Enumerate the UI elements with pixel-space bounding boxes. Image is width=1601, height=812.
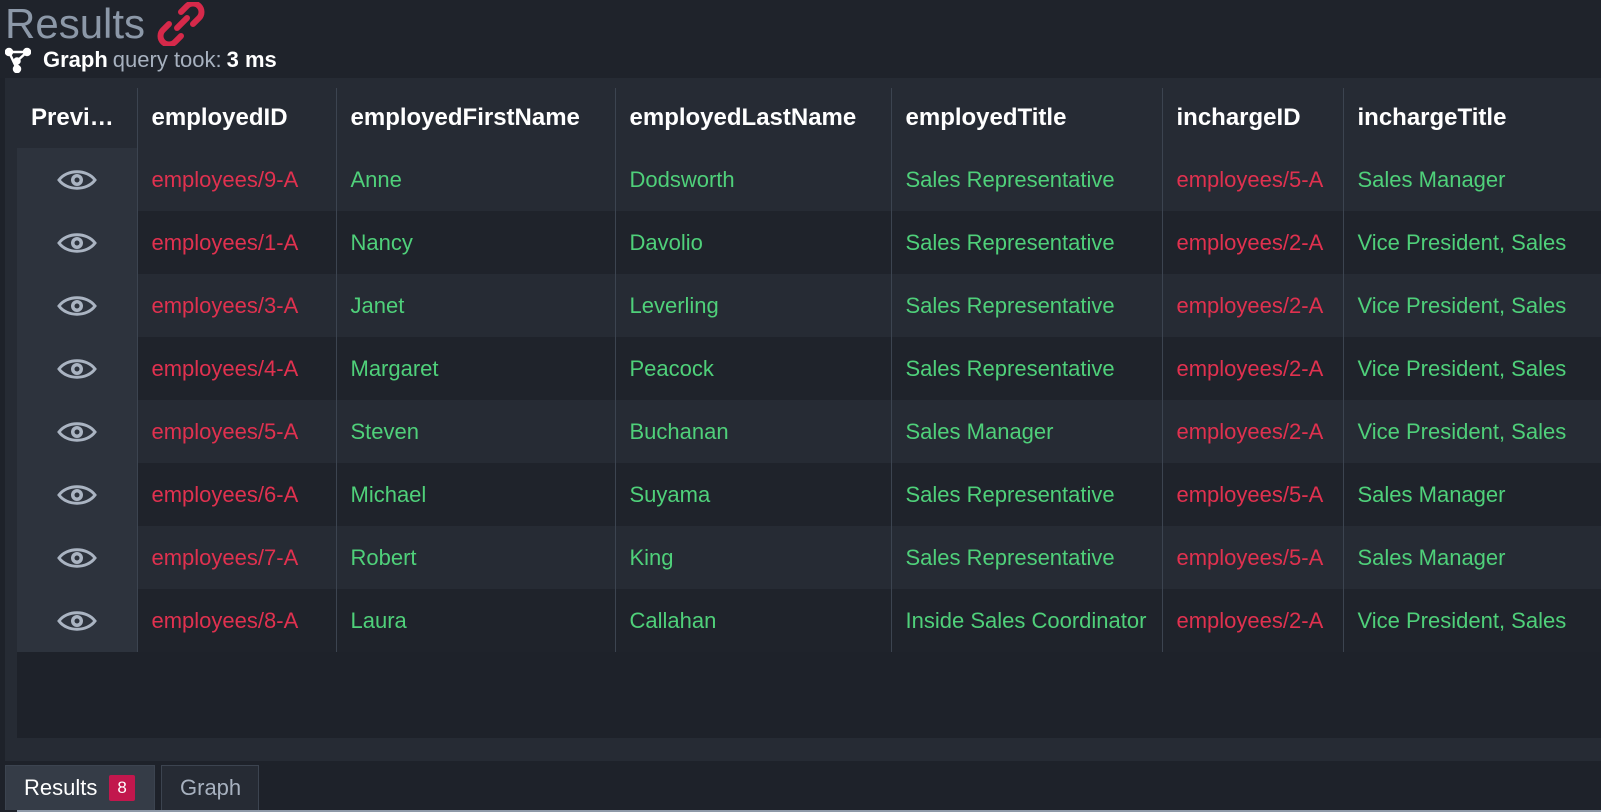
cell-inchargetitle: Sales Manager: [1343, 526, 1601, 589]
graph-icon: [5, 47, 31, 73]
eye-icon: [56, 548, 97, 568]
cell-employedfirstname: Michael: [336, 463, 616, 526]
cell-inchargeid[interactable]: employees/5-A: [1162, 463, 1344, 526]
cell-employedid[interactable]: employees/9-A: [137, 148, 337, 211]
preview-button[interactable]: [17, 526, 138, 589]
table-row[interactable]: employees/8-A Laura Callahan Inside Sales C…: [17, 589, 1601, 652]
results-grid: Previe... employedID employedFirstName e…: [17, 88, 1601, 738]
cell-employedlastname: Leverling: [615, 274, 892, 337]
preview-button[interactable]: [17, 274, 138, 337]
cell-inchargetitle: Vice President, Sales: [1343, 337, 1601, 400]
cell-inchargeid[interactable]: employees/2-A: [1162, 589, 1344, 652]
cell-employedlastname: Dodsworth: [615, 148, 892, 211]
preview-button[interactable]: [17, 463, 138, 526]
cell-inchargeid[interactable]: employees/2-A: [1162, 400, 1344, 463]
cell-employedlastname: Callahan: [615, 589, 892, 652]
table-row[interactable]: employees/9-A Anne Dodsworth Sales Represen…: [17, 148, 1601, 211]
eye-icon: [56, 170, 97, 190]
cell-employedtitle: Sales Representative: [891, 211, 1163, 274]
table-header-row: Previe... employedID employedFirstName e…: [17, 88, 1601, 148]
cell-employedid[interactable]: employees/1-A: [137, 211, 337, 274]
eye-icon: [56, 611, 97, 631]
page-title-text: Results: [5, 0, 146, 47]
cell-inchargeid[interactable]: employees/2-A: [1162, 274, 1344, 337]
column-header-employedid[interactable]: employedID: [137, 88, 337, 148]
cell-employedfirstname: Anne: [336, 148, 616, 211]
cell-employedfirstname: Janet: [336, 274, 616, 337]
cell-inchargeid[interactable]: employees/2-A: [1162, 211, 1344, 274]
eye-icon: [56, 359, 97, 379]
cell-employedfirstname: Laura: [336, 589, 616, 652]
query-mode: Graph: [43, 47, 108, 72]
eye-icon: [56, 233, 97, 253]
cell-employedid[interactable]: employees/3-A: [137, 274, 337, 337]
tab-graph[interactable]: Graph: [161, 765, 259, 810]
cell-employedlastname: Davolio: [615, 211, 892, 274]
cell-inchargetitle: Vice President, Sales: [1343, 211, 1601, 274]
cell-employedlastname: King: [615, 526, 892, 589]
results-count-badge: 8: [109, 775, 135, 801]
table-row[interactable]: employees/4-A Margaret Peacock Sales Repres…: [17, 337, 1601, 400]
cell-employedfirstname: Steven: [336, 400, 616, 463]
eye-icon: [56, 485, 97, 505]
table-row[interactable]: employees/7-A Robert King Sales Representat…: [17, 526, 1601, 589]
cell-employedid[interactable]: employees/5-A: [137, 400, 337, 463]
tab-results[interactable]: Results 8: [5, 765, 155, 810]
cell-employedid[interactable]: employees/4-A: [137, 337, 337, 400]
cell-employedlastname: Buchanan: [615, 400, 892, 463]
eye-icon: [56, 296, 97, 316]
table-row[interactable]: employees/3-A Janet Leverling Sales Represe…: [17, 274, 1601, 337]
column-header-employedlastname[interactable]: employedLastName: [615, 88, 892, 148]
table-row[interactable]: employees/1-A Nancy Davolio Sales Represent…: [17, 211, 1601, 274]
tab-graph-label: Graph: [180, 775, 242, 800]
eye-icon: [56, 422, 97, 442]
cell-employedtitle: Sales Representative: [891, 463, 1163, 526]
query-stats: Graph query took: 3 ms: [5, 46, 277, 74]
cell-inchargeid[interactable]: employees/5-A: [1162, 526, 1344, 589]
preview-button[interactable]: [17, 211, 138, 274]
tab-results-label: Results: [24, 775, 98, 800]
cell-employedid[interactable]: employees/8-A: [137, 589, 337, 652]
query-took-label: query took:: [112, 47, 222, 72]
table-row[interactable]: employees/5-A Steven Buchanan Sales Manager…: [17, 400, 1601, 463]
link-icon[interactable]: [157, 2, 205, 46]
cell-employedlastname: Peacock: [615, 337, 892, 400]
preview-button[interactable]: [17, 148, 138, 211]
column-header-employedtitle[interactable]: employedTitle: [891, 88, 1163, 148]
cell-employedfirstname: Nancy: [336, 211, 616, 274]
cell-employedfirstname: Robert: [336, 526, 616, 589]
results-table: Previe... employedID employedFirstName e…: [17, 88, 1601, 652]
preview-button[interactable]: [17, 337, 138, 400]
cell-inchargeid[interactable]: employees/5-A: [1162, 148, 1344, 211]
cell-employedtitle: Sales Representative: [891, 274, 1163, 337]
results-panel: Previe... employedID employedFirstName e…: [5, 78, 1601, 812]
column-header-inchargetitle[interactable]: inchargeTitle: [1343, 88, 1601, 148]
table-row[interactable]: employees/6-A Michael Suyama Sales Represen…: [17, 463, 1601, 526]
column-header-inchargeid[interactable]: inchargeID: [1162, 88, 1344, 148]
cell-inchargetitle: Sales Manager: [1343, 463, 1601, 526]
cell-inchargetitle: Sales Manager: [1343, 148, 1601, 211]
cell-employedtitle: Sales Representative: [891, 148, 1163, 211]
cell-inchargetitle: Vice President, Sales: [1343, 400, 1601, 463]
cell-employedfirstname: Margaret: [336, 337, 616, 400]
cell-employedtitle: Sales Representative: [891, 526, 1163, 589]
cell-inchargetitle: Vice President, Sales: [1343, 274, 1601, 337]
column-header-employedfirstname[interactable]: employedFirstName: [336, 88, 616, 148]
column-header-preview[interactable]: Previe...: [17, 88, 138, 148]
cell-employedtitle: Sales Representative: [891, 337, 1163, 400]
cell-employedid[interactable]: employees/6-A: [137, 463, 337, 526]
page-title: Results: [5, 2, 205, 46]
cell-employedtitle: Sales Manager: [891, 400, 1163, 463]
query-time: 3 ms: [226, 47, 277, 72]
cell-employedlastname: Suyama: [615, 463, 892, 526]
preview-button[interactable]: [17, 589, 138, 652]
cell-employedtitle: Inside Sales Coordinator: [891, 589, 1163, 652]
cell-inchargetitle: Vice President, Sales: [1343, 589, 1601, 652]
preview-button[interactable]: [17, 400, 138, 463]
cell-inchargeid[interactable]: employees/2-A: [1162, 337, 1344, 400]
bottom-tabs: Results 8 Graph: [0, 761, 1601, 810]
cell-employedid[interactable]: employees/7-A: [137, 526, 337, 589]
results-header: Results Graph query took: 3 ms: [0, 0, 1601, 78]
